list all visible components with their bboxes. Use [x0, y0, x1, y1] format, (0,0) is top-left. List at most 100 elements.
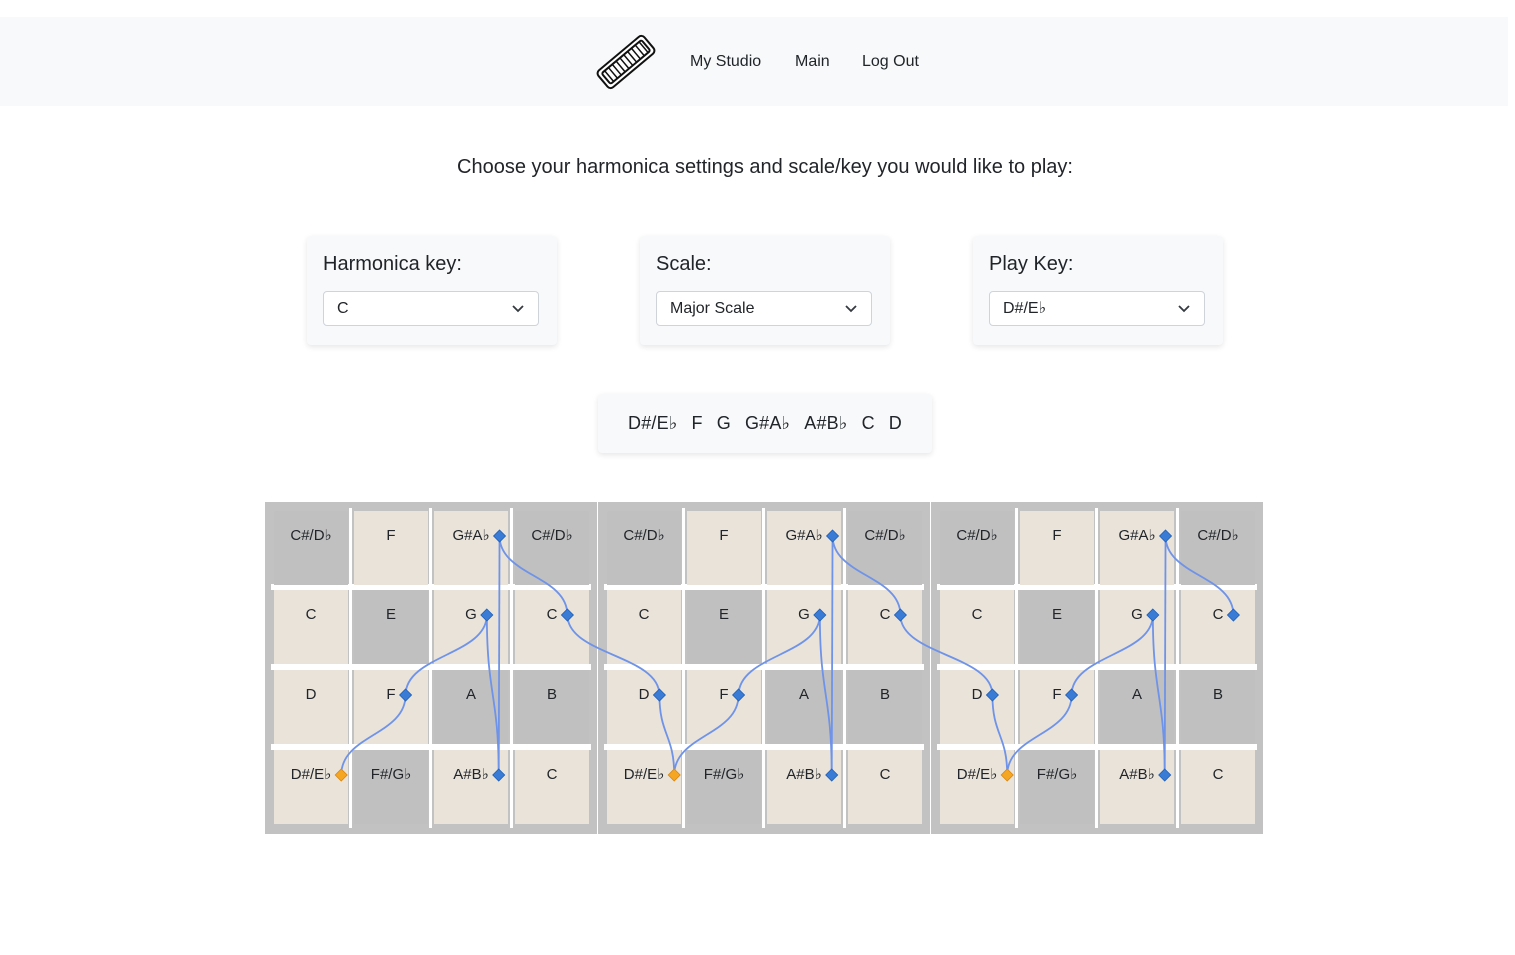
- note-cell[interactable]: C: [274, 590, 348, 664]
- note-cell[interactable]: F: [354, 511, 428, 585]
- play-key-label: Play Key:: [989, 253, 1074, 275]
- note-cell[interactable]: F: [687, 670, 761, 744]
- note-label: A#B♭: [1119, 766, 1155, 783]
- note-cell[interactable]: F#/G♭: [687, 750, 761, 824]
- note-label: F: [719, 686, 729, 703]
- harmonica-key-value: C: [337, 300, 349, 317]
- note-cell[interactable]: A#B♭: [1100, 750, 1174, 824]
- note-cell[interactable]: G: [434, 590, 508, 664]
- note-cell[interactable]: F#/G♭: [1020, 750, 1094, 824]
- scale-notes-list: D#/E♭ F G G#A♭ A#B♭ C D: [598, 412, 932, 434]
- note-label: G: [465, 606, 477, 623]
- note-cell[interactable]: C: [940, 590, 1014, 664]
- note-label: C: [879, 606, 891, 623]
- scale-note: C: [861, 413, 875, 433]
- note-cell[interactable]: C: [848, 750, 922, 824]
- note-cell[interactable]: G: [767, 590, 841, 664]
- note-label: G#A♭: [1118, 527, 1156, 544]
- harmonica-panel: C#/D♭ F G#A♭ C#/D♭ C E G C D F A B D#/E♭ F#/G♭ A#B♭ C: [931, 502, 1263, 834]
- instructions-heading: Choose your harmonica settings and scale…: [457, 156, 1073, 178]
- note-cell[interactable]: F: [687, 511, 761, 585]
- note-label: C: [879, 766, 891, 783]
- note-cell[interactable]: C: [515, 590, 589, 664]
- note-cell[interactable]: D: [940, 670, 1014, 744]
- note-cell[interactable]: A: [1100, 670, 1174, 744]
- note-label: D#/E♭: [956, 766, 998, 783]
- scale-note: A#B♭: [804, 413, 848, 433]
- note-label: B: [879, 686, 890, 703]
- note-cell[interactable]: C#/D♭: [515, 511, 589, 585]
- note-cell[interactable]: C: [515, 750, 589, 824]
- note-label: A: [465, 686, 476, 703]
- note-label: B: [1212, 686, 1223, 703]
- note-cell[interactable]: A: [434, 670, 508, 744]
- note-label: D#/E♭: [623, 766, 665, 783]
- note-label: C#/D♭: [1197, 527, 1239, 544]
- note-cell[interactable]: A#B♭: [434, 750, 508, 824]
- scale-note: D#/E♭: [628, 413, 678, 433]
- scale-note: D: [888, 413, 902, 433]
- note-label: A: [1131, 686, 1142, 703]
- note-cell[interactable]: D: [607, 670, 681, 744]
- note-cell[interactable]: B: [848, 670, 922, 744]
- harmonica-key-label: Harmonica key:: [323, 253, 462, 275]
- note-cell[interactable]: F: [1020, 670, 1094, 744]
- note-label: C: [971, 606, 983, 623]
- note-label: C#/D♭: [531, 527, 573, 544]
- note-cell[interactable]: D#/E♭: [274, 750, 348, 824]
- note-label: F: [386, 527, 396, 544]
- chevron-down-icon: [845, 305, 857, 313]
- note-cell[interactable]: D: [274, 670, 348, 744]
- note-cell[interactable]: C: [848, 590, 922, 664]
- note-cell[interactable]: B: [515, 670, 589, 744]
- note-cell[interactable]: G: [1100, 590, 1174, 664]
- note-cell[interactable]: F: [1020, 511, 1094, 585]
- play-key-select[interactable]: D#/E♭: [989, 291, 1205, 326]
- note-cell[interactable]: F#/G♭: [354, 750, 428, 824]
- nav-link-my-studio[interactable]: My Studio: [690, 52, 761, 72]
- note-cell[interactable]: D#/E♭: [607, 750, 681, 824]
- nav-link-main[interactable]: Main: [795, 52, 830, 72]
- note-cell[interactable]: G#A♭: [767, 511, 841, 585]
- note-label: C: [1212, 606, 1224, 623]
- note-cell[interactable]: C#/D♭: [1181, 511, 1255, 585]
- note-cell[interactable]: A: [767, 670, 841, 744]
- note-label: E: [1051, 606, 1062, 623]
- note-label: A#B♭: [453, 766, 489, 783]
- note-label: B: [546, 686, 557, 703]
- scale-select[interactable]: Major Scale: [656, 291, 872, 326]
- note-cell[interactable]: F: [354, 670, 428, 744]
- note-label: F: [386, 686, 396, 703]
- note-label: C#/D♭: [623, 527, 665, 544]
- note-cell[interactable]: C: [1181, 750, 1255, 824]
- note-label: F#/G♭: [1036, 766, 1078, 783]
- note-label: C#/D♭: [290, 527, 332, 544]
- scale-label: Scale:: [656, 253, 712, 275]
- chevron-down-icon: [1178, 305, 1190, 313]
- scale-note: G#A♭: [744, 413, 791, 433]
- note-cell[interactable]: C: [607, 590, 681, 664]
- note-label: C#/D♭: [956, 527, 998, 544]
- scale-value: Major Scale: [670, 300, 755, 317]
- note-cell[interactable]: G#A♭: [1100, 511, 1174, 585]
- note-label: F: [1052, 686, 1062, 703]
- note-cell[interactable]: C: [1181, 590, 1255, 664]
- note-cell[interactable]: C#/D♭: [940, 511, 1014, 585]
- note-cell[interactable]: A#B♭: [767, 750, 841, 824]
- harmonica-key-select[interactable]: C: [323, 291, 539, 326]
- note-cell[interactable]: C#/D♭: [274, 511, 348, 585]
- harmonica-key-card: Harmonica key: C: [307, 236, 557, 345]
- note-cell[interactable]: C#/D♭: [848, 511, 922, 585]
- note-label: E: [718, 606, 729, 623]
- note-cell[interactable]: E: [354, 590, 428, 664]
- harmonica-icon[interactable]: [594, 31, 658, 93]
- note-cell[interactable]: E: [687, 590, 761, 664]
- note-cell[interactable]: G#A♭: [434, 511, 508, 585]
- note-cell[interactable]: D#/E♭: [940, 750, 1014, 824]
- note-cell[interactable]: C#/D♭: [607, 511, 681, 585]
- nav-link-log-out[interactable]: Log Out: [862, 52, 919, 72]
- note-cell[interactable]: E: [1020, 590, 1094, 664]
- harmonica-panel: C#/D♭ F G#A♭ C#/D♭ C E G C D F A B D#/E♭ F#/G♭ A#B♭ C: [598, 502, 930, 834]
- note-cell[interactable]: B: [1181, 670, 1255, 744]
- note-label: C: [638, 606, 650, 623]
